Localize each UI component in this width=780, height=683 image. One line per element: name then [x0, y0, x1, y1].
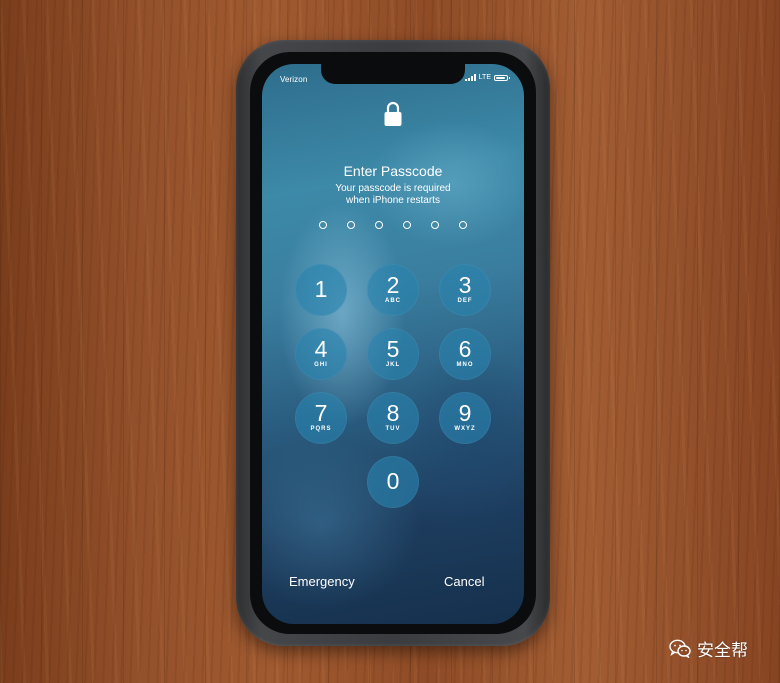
lock-screen: Verizon LTE Enter Passcode Your passcode… [262, 64, 524, 624]
keypad-key-2[interactable]: 2 ABC [367, 264, 419, 316]
network-label: LTE [478, 74, 491, 81]
keypad-key-5[interactable]: 5 JKL [367, 328, 419, 380]
key-digit: 9 [458, 400, 472, 426]
passcode-dot [403, 221, 411, 229]
watermark-text: 安全帮 [697, 641, 748, 661]
page-title: Enter Passcode [343, 163, 443, 179]
watermark: 安全帮 [669, 636, 748, 661]
keypad-key-6[interactable]: 6 MNO [439, 328, 491, 380]
keypad-key-3[interactable]: 3 DEF [439, 264, 491, 316]
keypad-key-9[interactable]: 9 WXYZ [439, 392, 491, 444]
emergency-button[interactable]: Emergency [289, 574, 355, 589]
key-letters: MNO [456, 362, 474, 368]
status-bar: Verizon LTE [262, 64, 524, 86]
passcode-dot [319, 221, 327, 229]
key-letters: PQRS [310, 426, 332, 432]
passcode-hint-line2: when iPhone restarts [346, 195, 440, 206]
key-letters: GHI [314, 362, 328, 368]
key-digit: 4 [314, 336, 328, 362]
key-digit: 1 [314, 276, 328, 302]
key-digit: 6 [458, 336, 472, 362]
passcode-dot [431, 221, 439, 229]
key-digit: 2 [386, 272, 400, 298]
passcode-dot [375, 221, 383, 229]
cancel-button[interactable]: Cancel [444, 574, 484, 589]
wechat-icon [669, 639, 691, 658]
battery-icon [494, 74, 510, 81]
key-letters: JKL [385, 362, 401, 368]
key-digit: 3 [458, 272, 472, 298]
passcode-hint-line1: Your passcode is required [335, 183, 451, 194]
passcode-dot [459, 221, 467, 229]
passcode-dot [347, 221, 355, 229]
passcode-dots [319, 221, 467, 229]
keypad-key-7[interactable]: 7 PQRS [295, 392, 347, 444]
key-letters: ABC [385, 298, 401, 304]
keypad-key-4[interactable]: 4 GHI [295, 328, 347, 380]
key-digit: 5 [386, 336, 400, 362]
status-indicators: LTE [464, 74, 510, 81]
key-letters: TUV [385, 426, 401, 432]
key-letters: DEF [457, 298, 473, 304]
keypad-key-0[interactable]: 0 [367, 456, 419, 508]
battery-fill [496, 76, 505, 79]
key-digit: 7 [314, 400, 328, 426]
key-digit: 0 [386, 468, 400, 494]
keypad-key-8[interactable]: 8 TUV [367, 392, 419, 444]
passcode-hint: Your passcode is required when iPhone re… [262, 183, 524, 207]
keypad-key-1[interactable]: 1 [295, 264, 347, 316]
lock-icon [384, 101, 402, 126]
carrier-label: Verizon [280, 75, 308, 84]
signal-icon [464, 74, 476, 81]
key-letters: WXYZ [454, 426, 476, 432]
key-digit: 8 [386, 400, 400, 426]
